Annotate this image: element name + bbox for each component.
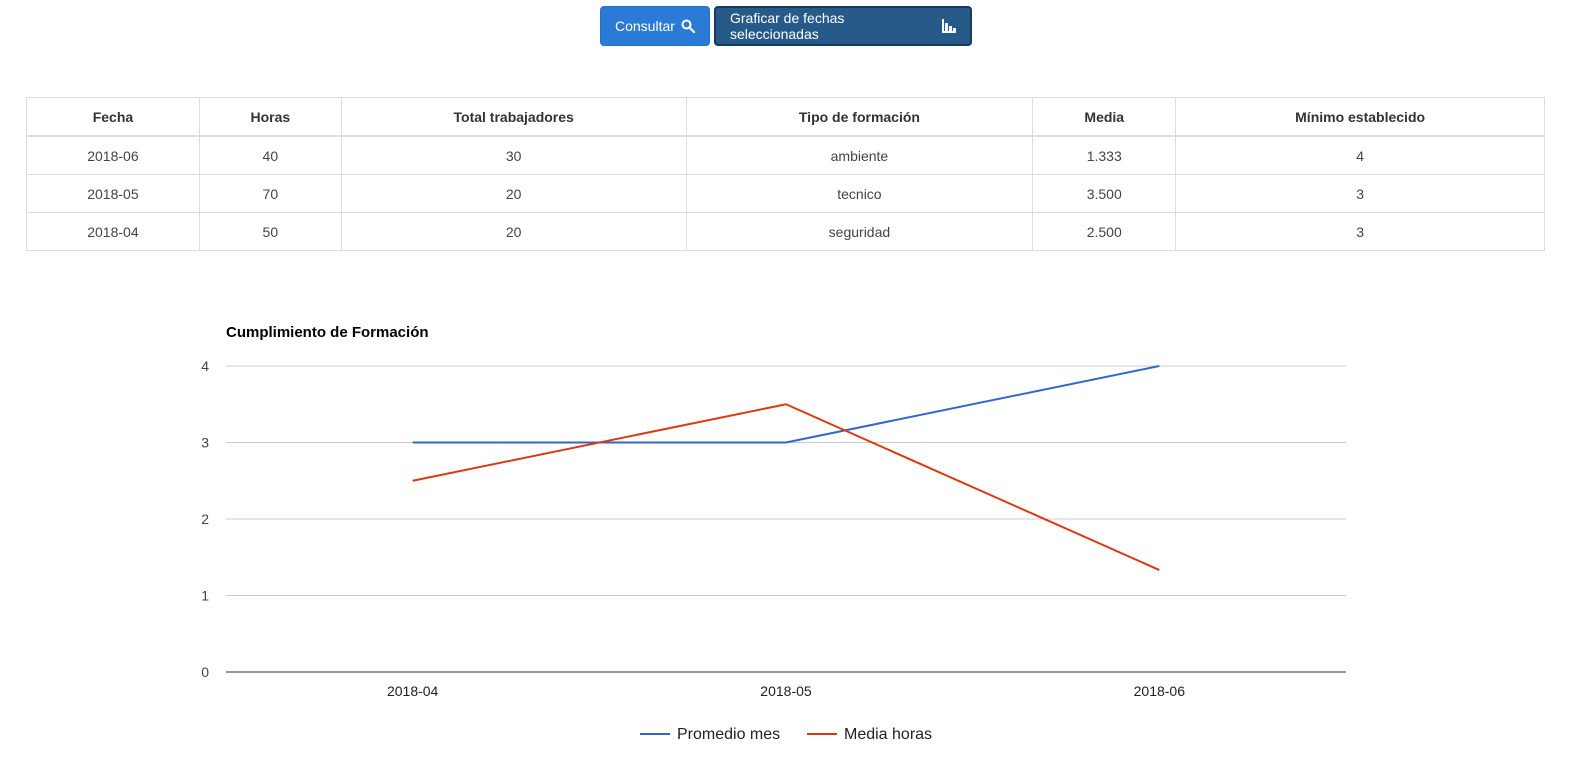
y-axis: 0 1 2 3 4 [201,358,209,680]
y-tick-label: 2 [201,511,209,527]
cell-tipo-formacion: seguridad [685,212,1034,251]
cell-minimo: 4 [1175,135,1545,175]
x-tick-label: 2018-05 [760,683,812,699]
consultar-button[interactable]: Consultar [600,6,710,46]
column-header-fecha[interactable]: Fecha [26,97,200,137]
chart-series [412,365,1160,571]
table-header-row: Fecha Horas Total trabajadores Tipo de f… [26,97,1545,137]
cell-horas: 40 [198,135,342,175]
chart-grid [226,365,1346,673]
graficar-button[interactable]: Graficar de fechas seleccionadas [714,6,972,46]
cell-total-trabajadores: 20 [340,174,687,213]
line-chart: Cumplimiento de Formación 01234 2018-04 2… [201,324,1346,743]
cell-horas: 50 [198,212,342,251]
table-row[interactable]: 2018-06 40 30 ambiente 1.333 4 [26,135,1545,175]
cell-media: 2.500 [1032,212,1177,251]
x-tick-label: 2018-06 [1134,683,1186,699]
cell-tipo-formacion: tecnico [685,174,1034,213]
cell-fecha: 2018-04 [26,212,200,251]
cell-total-trabajadores: 20 [340,212,687,251]
chart-icon [942,19,956,33]
cell-fecha: 2018-06 [26,135,200,175]
y-tick-label: 4 [201,358,209,374]
table-row[interactable]: 2018-05 70 20 tecnico 3.500 3 [26,174,1545,213]
x-axis: 2018-04 2018-05 2018-06 [387,683,1185,699]
y-tick-label: 1 [201,588,209,604]
column-header-total-trabajadores[interactable]: Total trabajadores [340,97,687,137]
cell-minimo: 3 [1175,212,1545,251]
cell-horas: 70 [198,174,342,213]
chart-title: Cumplimiento de Formación [226,324,429,341]
y-tick-label: 3 [201,435,209,451]
column-header-minimo[interactable]: Mínimo establecido [1175,97,1545,137]
column-header-media[interactable]: Media [1032,97,1177,137]
cell-tipo-formacion: ambiente [685,135,1034,175]
legend-label[interactable]: Promedio mes [677,726,780,743]
cell-media: 1.333 [1032,135,1177,175]
cell-total-trabajadores: 30 [340,135,687,175]
toolbar: Consultar Graficar de fechas seleccionad… [600,6,972,46]
series-line-media-horas[interactable] [412,403,1160,571]
results-table: Fecha Horas Total trabajadores Tipo de f… [26,97,1545,251]
legend-label[interactable]: Media horas [844,726,932,743]
search-icon [681,19,695,33]
graficar-label: Graficar de fechas seleccionadas [730,10,845,42]
y-tick-label: 0 [201,664,209,680]
chart-legend: Promedio mes Media horas [640,726,932,743]
x-tick-label: 2018-04 [387,683,439,699]
column-header-horas[interactable]: Horas [198,97,342,137]
table-row[interactable]: 2018-04 50 20 seguridad 2.500 3 [26,212,1545,251]
cell-minimo: 3 [1175,174,1545,213]
cell-fecha: 2018-05 [26,174,200,213]
column-header-tipo-formacion[interactable]: Tipo de formación [685,97,1034,137]
consultar-label: Consultar [615,18,675,34]
cell-media: 3.500 [1032,174,1177,213]
